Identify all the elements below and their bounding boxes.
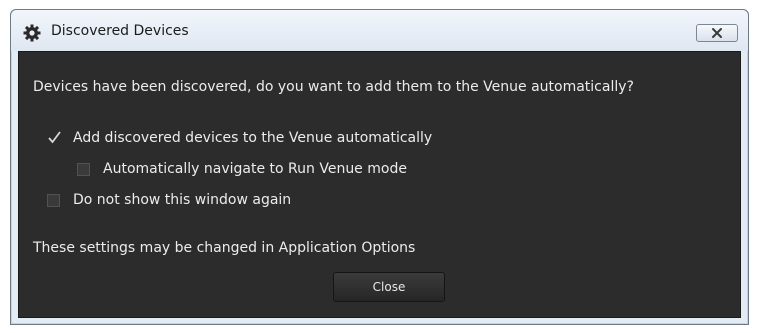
add-devices-checkbox[interactable]	[47, 130, 61, 145]
dialog-content: Devices have been discovered, do you wan…	[18, 51, 741, 318]
checkmark-icon	[48, 130, 61, 143]
navigate-run-venue-label: Automatically navigate to Run Venue mode	[103, 161, 407, 177]
window-title: Discovered Devices	[51, 23, 189, 39]
add-devices-label: Add discovered devices to the Venue auto…	[73, 130, 433, 146]
navigate-run-venue-checkbox[interactable]	[77, 162, 90, 176]
close-button[interactable]: Close	[333, 272, 445, 302]
navigate-run-venue-option[interactable]: Automatically navigate to Run Venue mode	[77, 161, 407, 177]
do-not-show-option[interactable]: Do not show this window again	[47, 192, 291, 208]
do-not-show-label: Do not show this window again	[73, 192, 292, 208]
gear-icon	[23, 24, 41, 42]
discovered-devices-dialog: Discovered Devices Devices have been dis…	[10, 9, 749, 325]
do-not-show-checkbox[interactable]	[47, 193, 60, 207]
add-devices-option[interactable]: Add discovered devices to the Venue auto…	[47, 130, 432, 146]
title-bar[interactable]: Discovered Devices	[11, 10, 748, 51]
settings-note: These settings may be changed in Applica…	[33, 240, 416, 256]
discovery-question: Devices have been discovered, do you wan…	[33, 79, 634, 95]
window-close-button[interactable]	[696, 24, 738, 42]
